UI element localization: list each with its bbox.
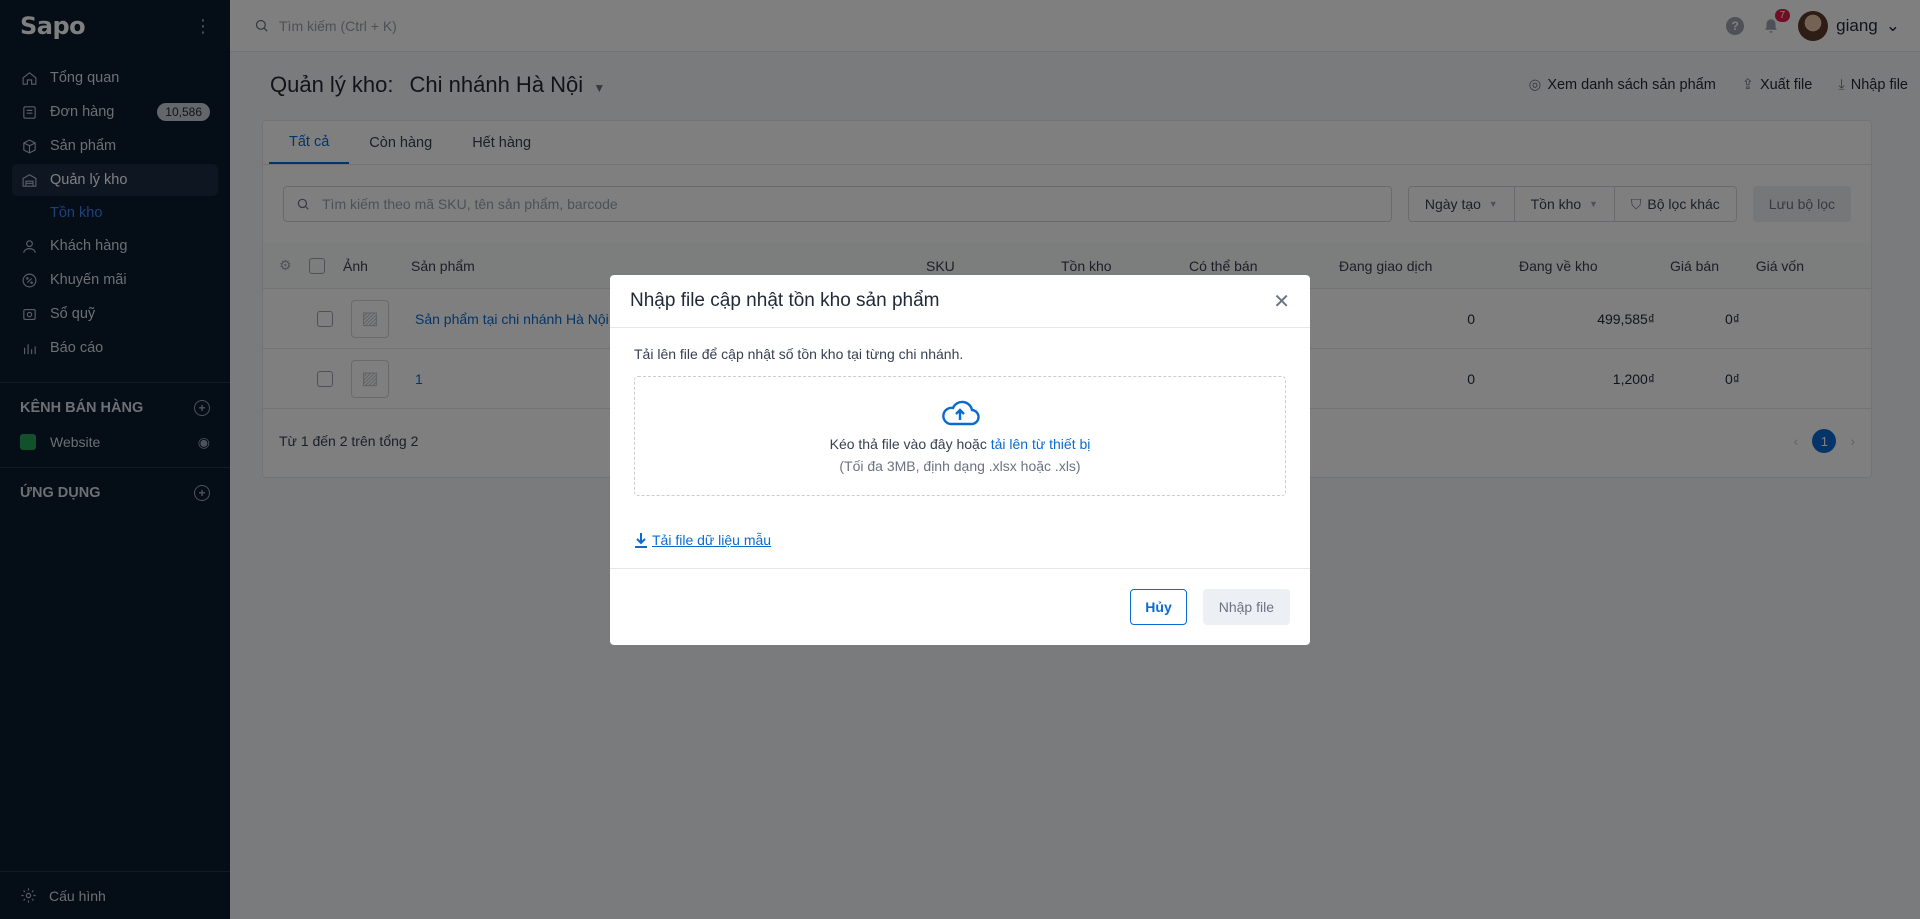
drop-text: Kéo thả file vào đây hoặc xyxy=(829,436,987,452)
close-icon[interactable]: ✕ xyxy=(1273,289,1290,314)
modal-description: Tải lên file để cập nhật số tồn kho tại … xyxy=(634,346,964,362)
modal-header: Nhập file cập nhật tồn kho sản phẩm ✕ xyxy=(610,275,1310,328)
cancel-button[interactable]: Hủy xyxy=(1130,589,1187,625)
modal-body: Tải lên file để cập nhật số tồn kho tại … xyxy=(610,328,1310,552)
import-file-submit-button[interactable]: Nhập file xyxy=(1202,589,1290,625)
download-icon xyxy=(635,533,647,548)
modal-footer: Hủy Nhập file xyxy=(610,568,1310,645)
file-size-hint: (Tối đa 3MB, định dạng .xlsx hoặc .xls) xyxy=(839,458,1081,474)
upload-from-device-link[interactable]: tải lên từ thiết bị xyxy=(991,436,1091,452)
import-stock-modal: Nhập file cập nhật tồn kho sản phẩm ✕ Tả… xyxy=(610,275,1310,645)
file-dropzone[interactable]: Kéo thả file vào đây hoặc tải lên từ thi… xyxy=(634,376,1286,496)
download-sample-link[interactable]: Tải file dữ liệu mẫu xyxy=(634,528,1286,552)
cloud-upload-icon xyxy=(942,400,980,426)
download-sample-label: Tải file dữ liệu mẫu xyxy=(652,532,772,548)
dropzone-text: Kéo thả file vào đây hoặc tải lên từ thi… xyxy=(830,436,1091,452)
modal-title: Nhập file cập nhật tồn kho sản phẩm xyxy=(630,290,940,311)
